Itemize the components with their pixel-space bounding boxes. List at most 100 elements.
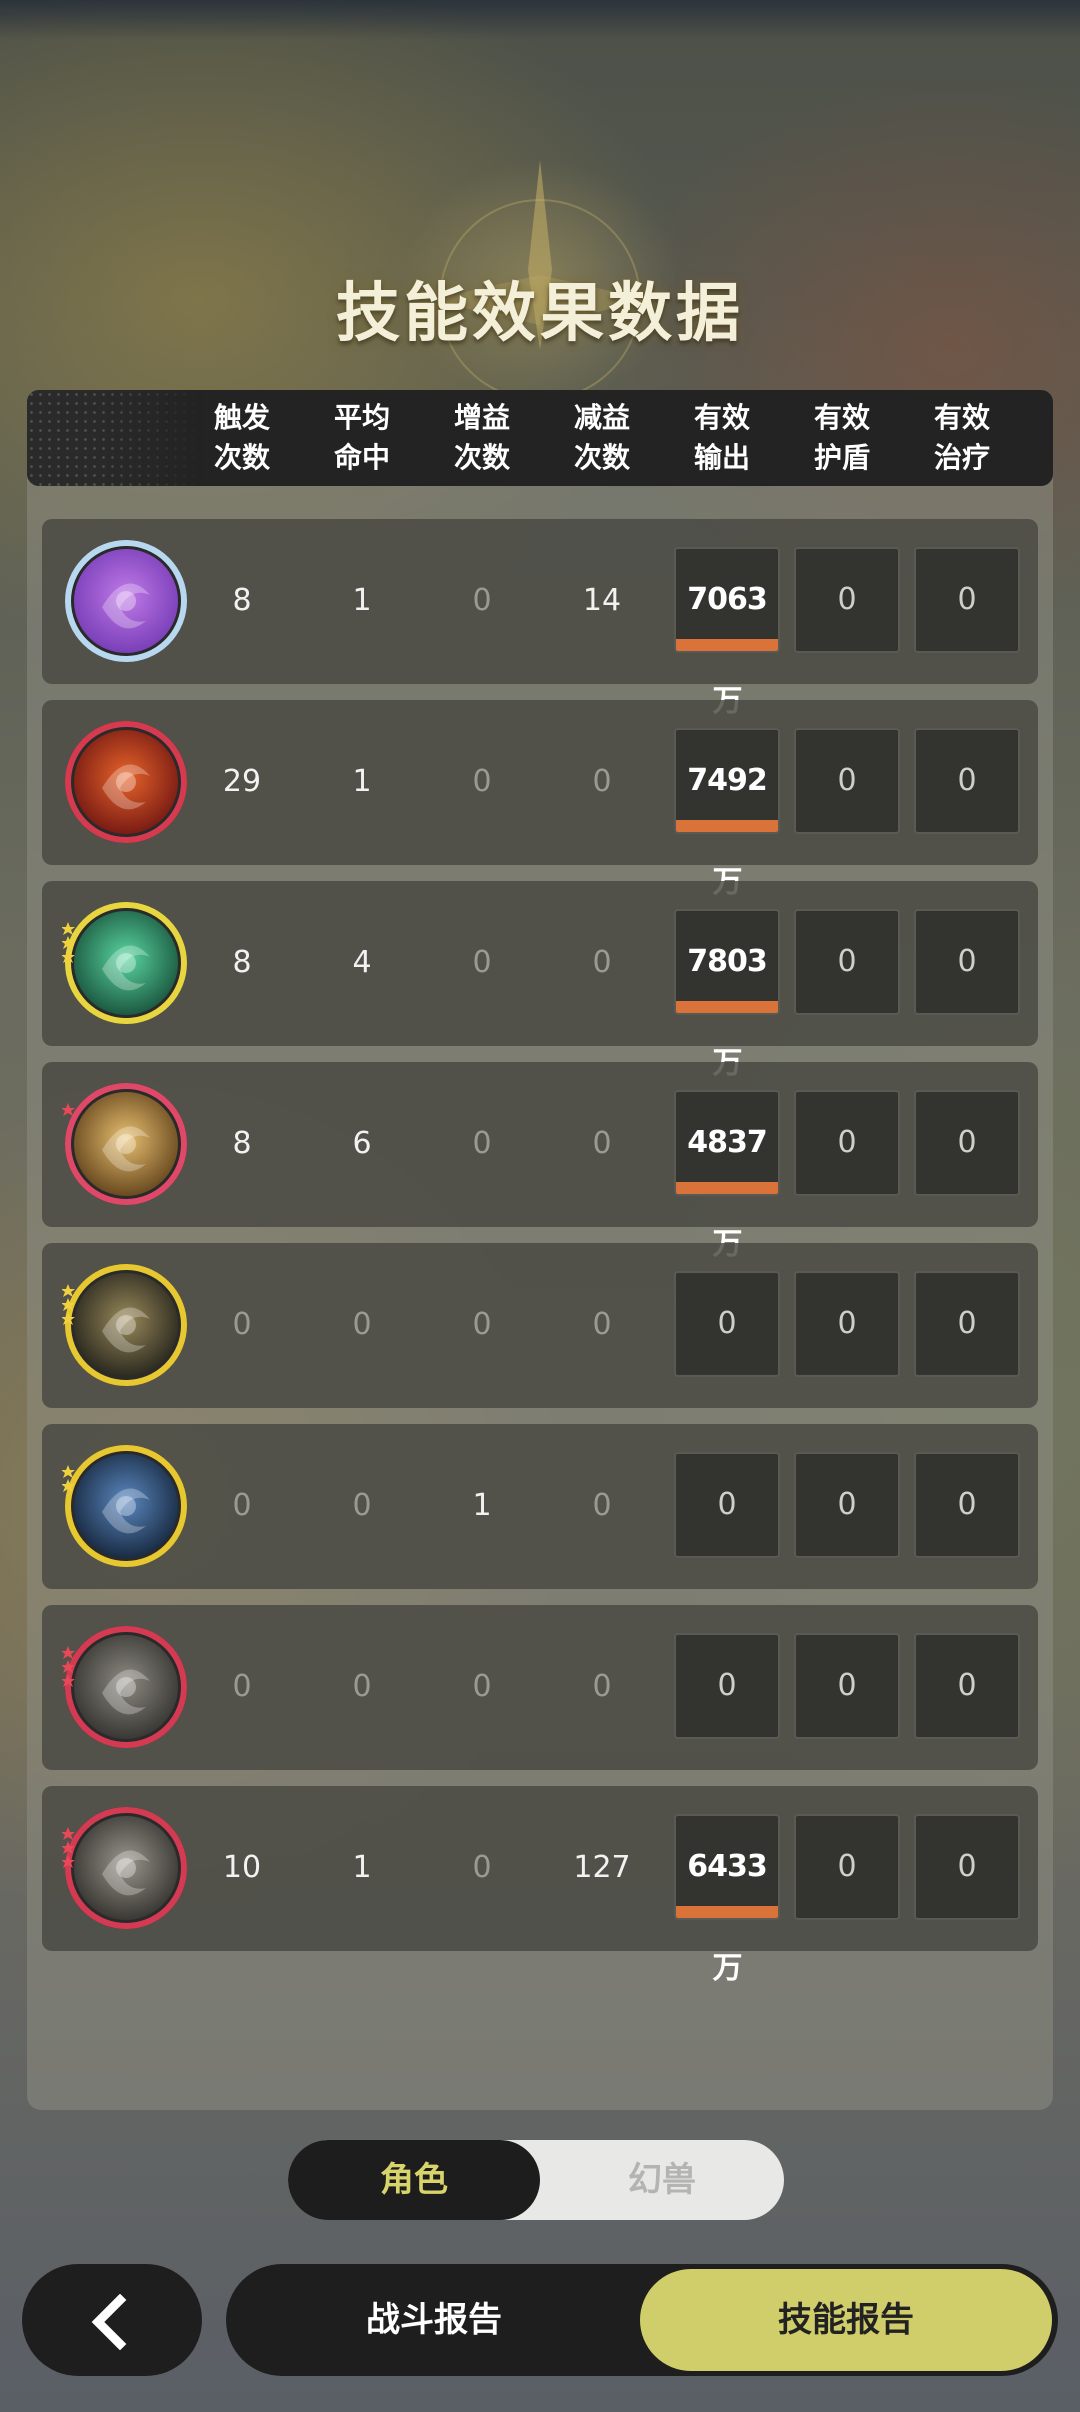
cell-value: 0 (957, 1306, 977, 1341)
cell-trigger-count: 10 (222, 1850, 262, 1885)
cell-debuff-count: 0 (592, 1488, 612, 1523)
cell-debuff-count: 0 (592, 764, 612, 799)
cell-debuff-count: 0 (592, 945, 612, 980)
cell-debuff-count: 0 (592, 1669, 612, 1704)
cell-value: 0 (957, 1668, 977, 1703)
cell-trigger-count: 8 (232, 1126, 252, 1161)
cell-effective-output: 4837万 (674, 1090, 780, 1262)
cell-debuff-count: 0 (592, 1307, 612, 1342)
cell-value: 0 (717, 1668, 737, 1703)
column-header-trigger-count: 触发 次数 (213, 401, 270, 474)
cell-effective-shield: 0 (794, 1271, 900, 1377)
dancer-skill-icon[interactable] (62, 1623, 190, 1751)
golden-slash-skill-icon[interactable] (62, 1080, 190, 1208)
blue-crest-skill-icon[interactable] (62, 1442, 190, 1570)
cell-avg-hit: 1 (352, 764, 372, 799)
purple-heart-skill-icon[interactable] (62, 537, 190, 665)
cell-debuff-count: 0 (592, 1126, 612, 1161)
cell-avg-hit: 0 (352, 1307, 372, 1342)
column-header-buff-count: 增益 次数 (453, 401, 510, 474)
leaf-skill-icon[interactable] (62, 1804, 190, 1932)
skill-row: 29 1 0 0 7492万 0 0 (42, 700, 1038, 900)
cell-effective-output: 7063万 (674, 547, 780, 719)
cell-trigger-count: 8 (232, 583, 252, 618)
cell-avg-hit: 6 (352, 1126, 372, 1161)
toggle-option-beast[interactable]: 幻兽 (540, 2140, 784, 2220)
cell-buff-count: 0 (472, 764, 492, 799)
cell-value: 0 (837, 1306, 857, 1341)
cell-debuff-count: 127 (573, 1850, 631, 1885)
column-header-debuff-count: 减益 次数 (573, 401, 630, 474)
cell-effective-shield: 0 (794, 1633, 900, 1739)
tab-battle-report[interactable]: 战斗报告 (226, 2264, 642, 2376)
column-header-avg-hit: 平均 命中 (333, 401, 390, 474)
output-bar (676, 1001, 778, 1013)
cell-value: 0 (837, 763, 857, 798)
cell-value: 0 (837, 1487, 857, 1522)
cell-avg-hit: 4 (352, 945, 372, 980)
jade-wind-skill-icon[interactable] (62, 899, 190, 1027)
cell-value: 0 (957, 582, 977, 617)
skill-row: 0 0 0 0 0 0 0 (42, 1243, 1038, 1408)
cell-effective-heal: 0 (914, 1633, 1020, 1739)
role-beast-toggle[interactable]: 角色 幻兽 (288, 2140, 784, 2220)
cell-value: 0 (837, 1668, 857, 1703)
cell-buff-count: 0 (472, 1126, 492, 1161)
cell-avg-hit: 1 (352, 1850, 372, 1885)
cell-buff-count: 0 (472, 583, 492, 618)
cell-buff-count: 0 (472, 945, 492, 980)
cell-effective-output: 0 (674, 1452, 780, 1558)
cell-effective-heal: 0 (914, 909, 1020, 1015)
cell-avg-hit: 0 (352, 1488, 372, 1523)
cell-effective-shield: 0 (794, 547, 900, 653)
cell-buff-count: 1 (472, 1488, 492, 1523)
cell-value: 0 (837, 582, 857, 617)
cell-value: 0 (957, 763, 977, 798)
toggle-option-role[interactable]: 角色 (288, 2140, 540, 2220)
cell-effective-shield: 0 (794, 1452, 900, 1558)
report-tabs: 战斗报告 技能报告 (226, 2264, 1058, 2376)
output-bar (676, 1182, 778, 1194)
cell-value: 0 (957, 944, 977, 979)
cell-value: 0 (717, 1487, 737, 1522)
cell-buff-count: 0 (472, 1307, 492, 1342)
cell-value: 0 (837, 1849, 857, 1884)
eye-skill-icon[interactable] (62, 1261, 190, 1389)
cell-effective-output: 0 (674, 1633, 780, 1739)
cell-effective-shield: 0 (794, 728, 900, 834)
skill-row: 0 0 0 0 0 0 0 (42, 1605, 1038, 1770)
cell-trigger-count: 0 (232, 1669, 252, 1704)
column-header-effective-shield: 有效 护盾 (813, 401, 870, 474)
tab-skill-report[interactable]: 技能报告 (640, 2269, 1052, 2371)
column-header-effective-output: 有效 输出 (693, 401, 750, 474)
cell-value: 0 (837, 1125, 857, 1160)
output-bar (676, 1906, 778, 1918)
cell-trigger-count: 0 (232, 1307, 252, 1342)
cell-effective-heal: 0 (914, 547, 1020, 653)
back-button[interactable] (22, 2264, 202, 2376)
cell-value: 0 (837, 944, 857, 979)
output-bar (676, 639, 778, 651)
cell-avg-hit: 1 (352, 583, 372, 618)
cell-effective-heal: 0 (914, 1814, 1020, 1920)
fire-swirl-skill-icon[interactable] (62, 718, 190, 846)
output-bar (676, 820, 778, 832)
cell-buff-count: 0 (472, 1669, 492, 1704)
skill-row: 8 6 0 0 4837万 0 0 (42, 1062, 1038, 1262)
cell-trigger-count: 8 (232, 945, 252, 980)
cell-effective-heal: 0 (914, 1090, 1020, 1196)
cell-effective-output: 7492万 (674, 728, 780, 900)
cell-buff-count: 0 (472, 1850, 492, 1885)
skill-row: 10 1 0 127 6433万 0 0 (42, 1786, 1038, 1986)
cell-effective-output: 0 (674, 1271, 780, 1377)
cell-effective-heal: 0 (914, 728, 1020, 834)
cell-effective-output: 6433万 (674, 1814, 780, 1986)
cell-avg-hit: 0 (352, 1669, 372, 1704)
cell-effective-heal: 0 (914, 1271, 1020, 1377)
status-bar-shade (0, 0, 1080, 40)
cell-effective-heal: 0 (914, 1452, 1020, 1558)
skill-row: 8 1 0 14 7063万 0 0 (42, 519, 1038, 719)
cell-value: 0 (957, 1125, 977, 1160)
table-header: 触发 次数 平均 命中 增益 次数 减益 次数 有效 输出 有效 护盾 有效 治疗 (27, 390, 1053, 486)
column-header-effective-heal: 有效 治疗 (933, 401, 990, 474)
